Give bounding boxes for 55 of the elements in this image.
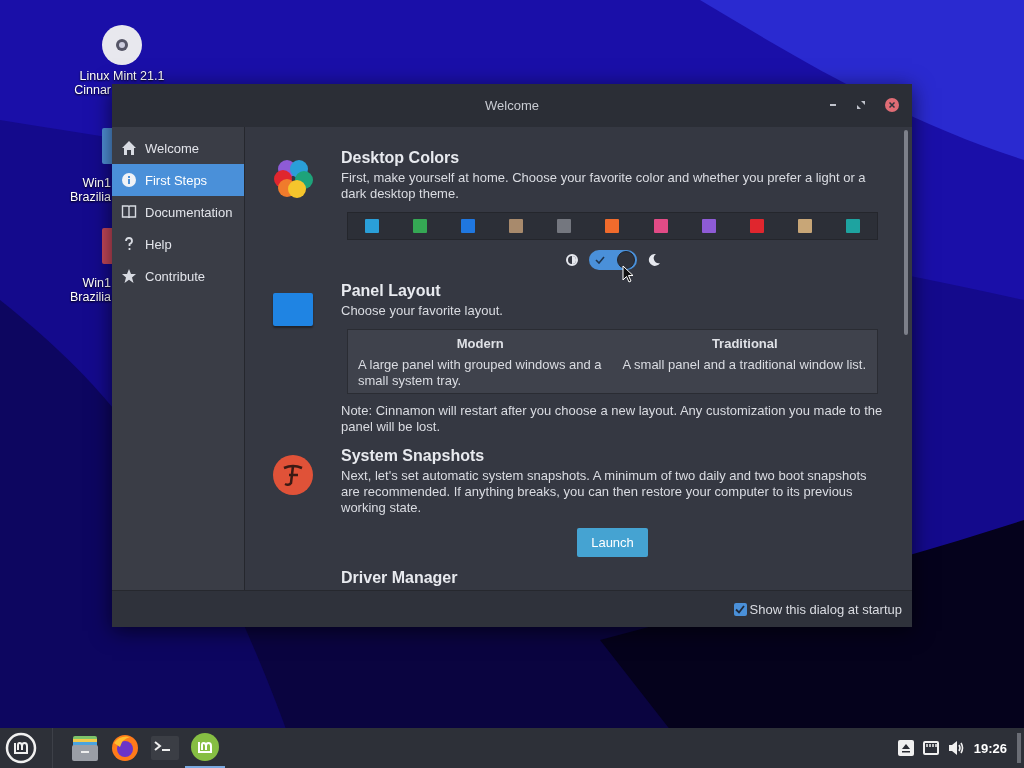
info-icon bbox=[121, 172, 137, 188]
sidebar-item[interactable]: Welcome bbox=[112, 132, 244, 164]
section-description: First, make yourself at home. Choose your favorite color and whether you prefer a light or a dark desktop theme. bbox=[341, 170, 867, 202]
panel-icon bbox=[273, 293, 313, 326]
network-icon[interactable] bbox=[922, 741, 939, 755]
color-swatch[interactable] bbox=[509, 219, 524, 233]
startup-checkbox[interactable] bbox=[733, 602, 747, 616]
desktop-icon-label: Win1 bbox=[82, 276, 111, 290]
section-description: Choose your favorite layout. bbox=[341, 303, 504, 319]
color-swatch[interactable] bbox=[413, 219, 428, 233]
color-swatch[interactable] bbox=[797, 219, 812, 233]
sun-icon bbox=[564, 253, 579, 267]
sidebar-item[interactable]: Contribute bbox=[112, 260, 244, 292]
window-title: Welcome bbox=[485, 98, 539, 113]
mouse-cursor-icon bbox=[622, 265, 634, 283]
color-swatch[interactable] bbox=[845, 219, 860, 233]
section-title: Desktop Colors bbox=[341, 148, 461, 168]
desktop-icon-label: Cinnar bbox=[74, 83, 111, 97]
section-title: Panel Layout bbox=[341, 281, 442, 301]
book-icon bbox=[121, 204, 137, 220]
color-swatch[interactable] bbox=[653, 219, 668, 233]
color-swatch[interactable] bbox=[749, 219, 764, 233]
snapshot-icon bbox=[273, 455, 313, 495]
desktop-icon-label: Brazilia bbox=[70, 290, 111, 304]
color-swatch[interactable] bbox=[605, 219, 620, 233]
speaker-icon[interactable] bbox=[947, 740, 965, 756]
section-description: Next, let's set automatic system snapshots. A minimum of two daily and two boot snapshots are recommended. If anything breaks, you can then restore your computer to its previous working state. bbox=[341, 468, 868, 516]
section-title: System Snapshots bbox=[341, 446, 486, 466]
layout-option[interactable]: Traditional A small panel and a traditional window list. bbox=[612, 336, 877, 389]
scrollbar[interactable] bbox=[904, 130, 908, 335]
disc-icon[interactable] bbox=[102, 25, 142, 65]
note-text: Note: Cinnamon will restart after you choose a new layout. Any customization you made to the panel will be lost. bbox=[341, 403, 884, 435]
desktop-icon-label: Win1 bbox=[82, 176, 111, 190]
desktop-icon-label: Linux Mint 21.1 bbox=[79, 69, 165, 83]
eject-icon[interactable] bbox=[897, 740, 914, 756]
restore-icon[interactable] bbox=[856, 100, 866, 110]
color-swatch[interactable] bbox=[701, 219, 716, 233]
theme-toggle[interactable] bbox=[588, 250, 637, 270]
section-title: Driver Manager bbox=[341, 568, 459, 588]
moon-icon bbox=[646, 253, 661, 267]
layout-option[interactable]: Modern A large panel with grouped windows and a small system tray. bbox=[348, 336, 613, 389]
home-icon bbox=[121, 140, 137, 156]
close-icon[interactable] bbox=[884, 97, 900, 113]
star-icon bbox=[121, 268, 137, 284]
color-swatch[interactable] bbox=[365, 219, 380, 233]
clock[interactable]: 19:26 bbox=[973, 740, 1007, 756]
menu-icon[interactable] bbox=[5, 732, 37, 764]
color-swatch[interactable] bbox=[461, 219, 476, 233]
sidebar-item[interactable]: Help bbox=[112, 228, 244, 260]
flower-icon bbox=[273, 157, 313, 199]
checkbox-label: Show this dialog at startup bbox=[749, 601, 902, 617]
desktop-icon-label: Brazilia bbox=[70, 190, 111, 204]
color-swatch[interactable] bbox=[557, 219, 572, 233]
check-icon bbox=[594, 256, 605, 264]
sidebar-item[interactable]: Documentation bbox=[112, 196, 244, 228]
